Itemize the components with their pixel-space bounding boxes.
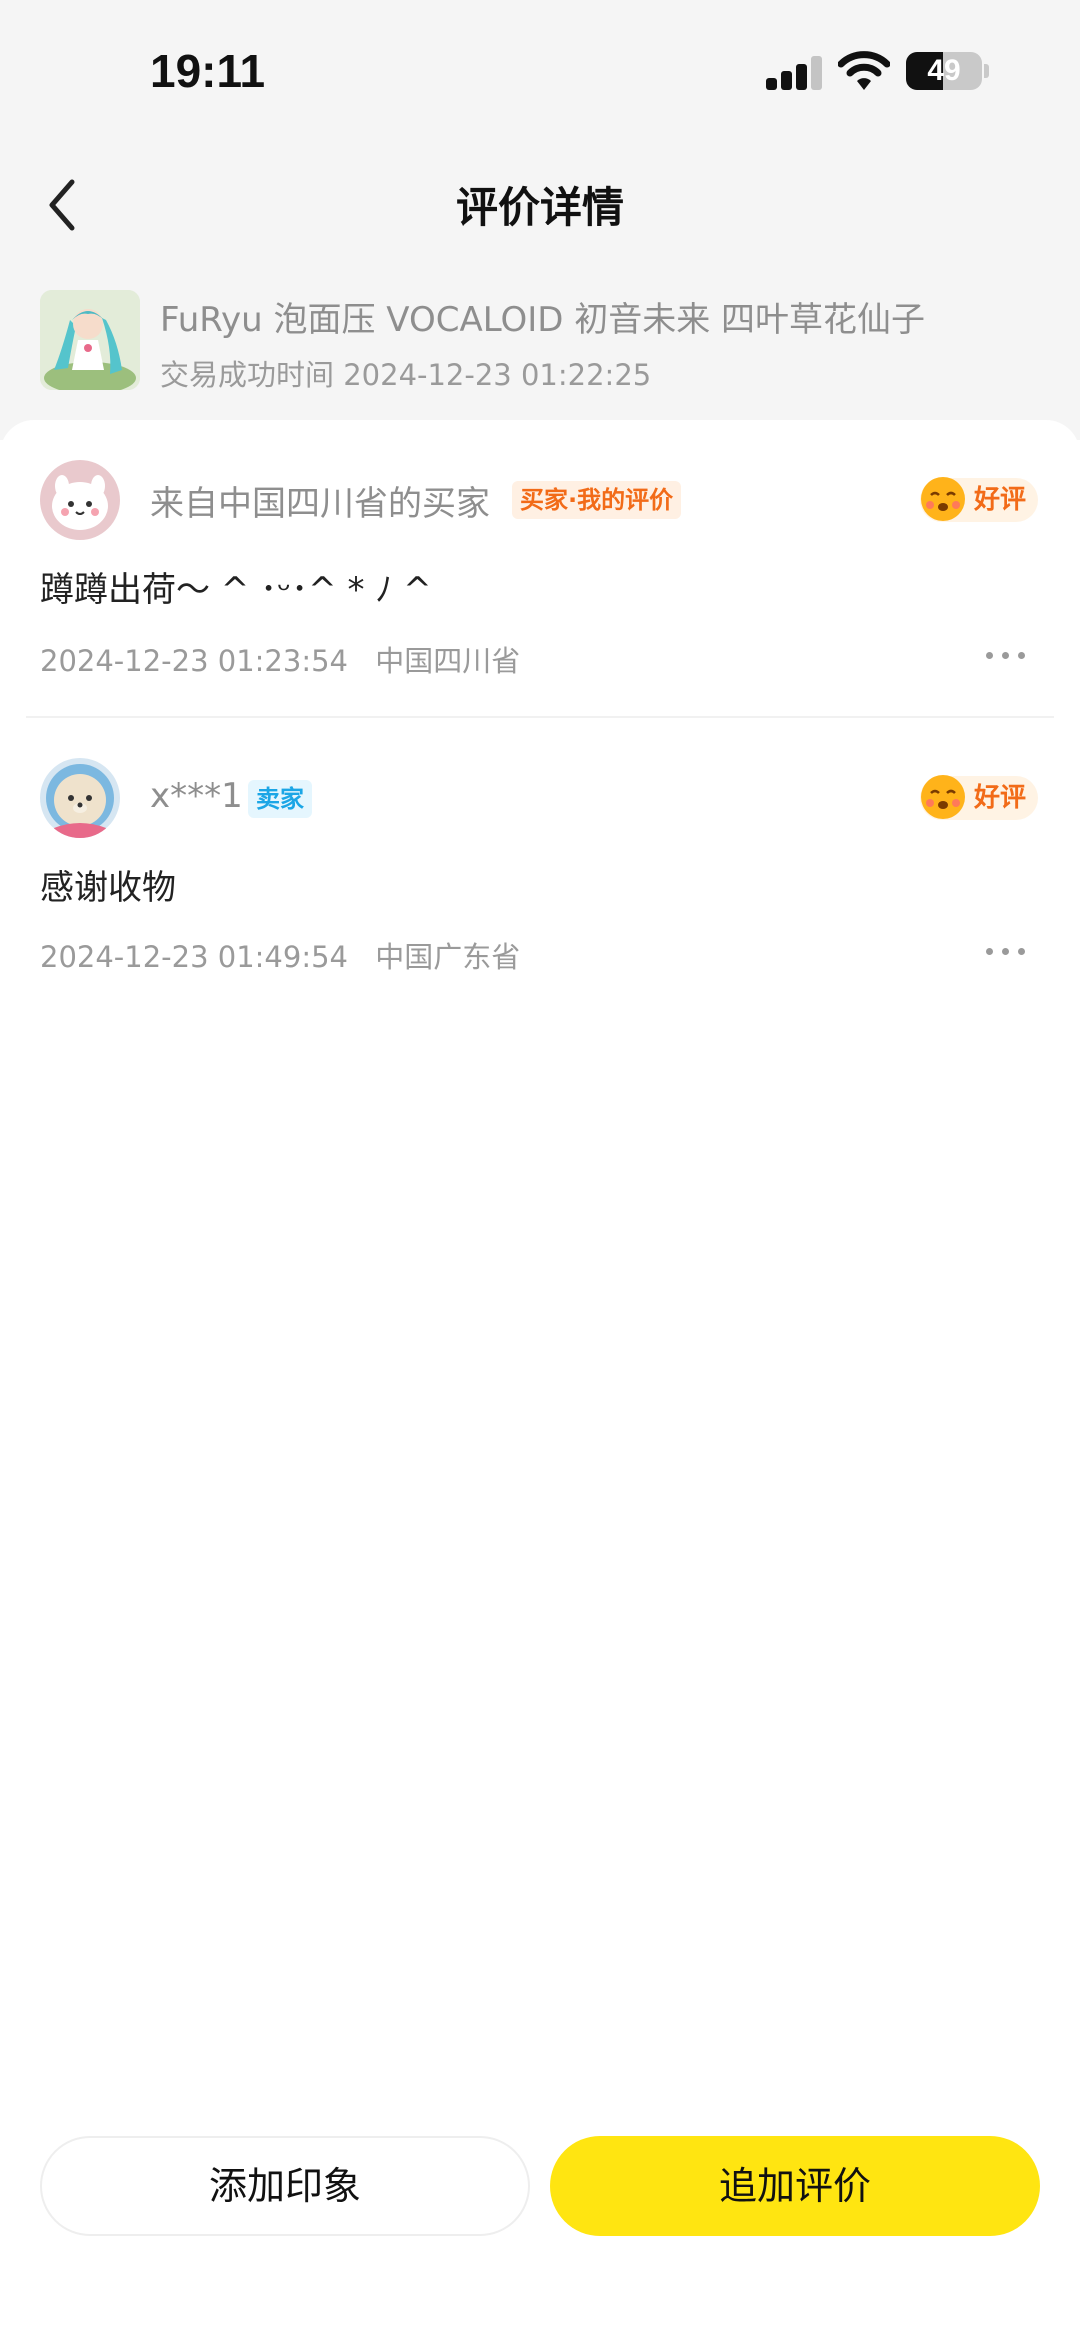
review-meta: 2024-12-23 01:49:54 中国广东省 [40, 934, 520, 976]
avatar-image [40, 460, 120, 540]
rating-badge: 好评 [920, 477, 1038, 522]
avatar-image [40, 758, 120, 838]
divider [26, 716, 1054, 718]
review-meta: 2024-12-23 01:23:54 中国四川省 [40, 638, 520, 680]
figure-image [40, 290, 140, 390]
review-location: 中国四川省 [375, 644, 521, 678]
header-area: 19:11 49 评价详情 FuRyu 泡面压 VOCALOID 初音未来 四叶 [0, 0, 1080, 440]
review-content: 感谢收物 [40, 868, 176, 908]
cellular-signal-icon [766, 56, 822, 90]
review-time: 2024-12-23 01:49:54 [40, 940, 348, 974]
rating-label: 好评 [974, 485, 1027, 515]
battery-cap [984, 64, 989, 78]
page-title: 评价详情 [455, 183, 624, 232]
wifi-icon [838, 51, 890, 90]
review-card: 来自中国四川省的买家 买家·我的评价 好评 蹲蹲出荷～ ^ ･ᵕ･^ * ﾉ ^… [0, 420, 1080, 2341]
seller-tag: 卖家 [248, 780, 312, 818]
more-options-icon[interactable] [986, 941, 1026, 961]
buyer-avatar[interactable] [40, 460, 120, 540]
status-time: 19:11 [150, 45, 266, 97]
review-location: 中国广东省 [375, 940, 521, 974]
review-content: 蹲蹲出荷～ ^ ･ᵕ･^ * ﾉ ^ [40, 570, 432, 610]
buyer-name: 来自中国四川省的买家 [150, 484, 490, 524]
battery-percent: 49 [927, 54, 961, 87]
more-options-icon[interactable] [986, 645, 1026, 665]
product-thumbnail[interactable] [40, 290, 140, 390]
rating-label: 好评 [974, 783, 1027, 813]
smile-face-icon [921, 775, 965, 819]
seller-name: x***1 [150, 776, 243, 816]
buyer-tag: 买家·我的评价 [512, 481, 682, 519]
rating-badge: 好评 [920, 775, 1038, 820]
seller-avatar[interactable] [40, 758, 120, 838]
add-impression-button[interactable]: 添加印象 [40, 2136, 530, 2236]
trade-time: 交易成功时间 2024-12-23 01:22:25 [160, 358, 652, 392]
review-time: 2024-12-23 01:23:54 [40, 644, 348, 678]
battery-icon: 49 [906, 52, 982, 90]
smile-face-icon [921, 477, 965, 521]
append-review-button[interactable]: 追加评价 [550, 2136, 1040, 2236]
product-title[interactable]: FuRyu 泡面压 VOCALOID 初音未来 四叶草花仙子 [160, 292, 1050, 341]
